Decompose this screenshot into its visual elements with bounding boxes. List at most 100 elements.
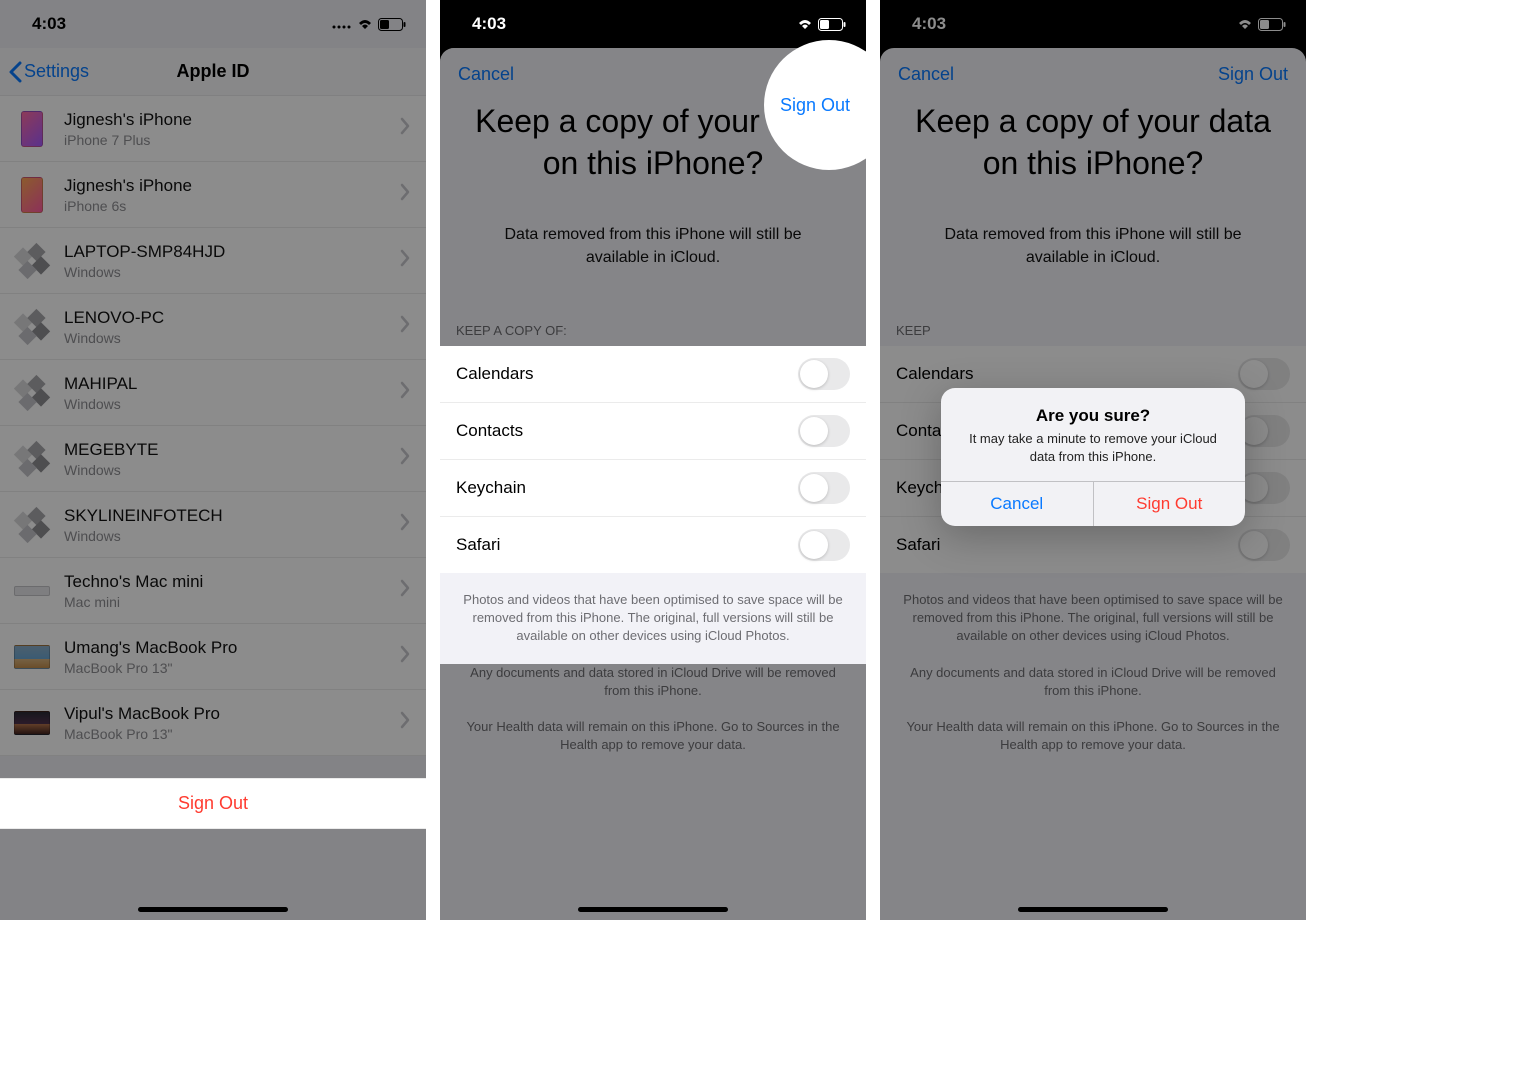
cellular-dots-icon bbox=[332, 19, 352, 29]
chevron-right-icon bbox=[400, 513, 410, 536]
toggle-switch[interactable] bbox=[798, 472, 850, 504]
status-bar: 4:03 bbox=[0, 0, 426, 48]
device-thumbnail-icon bbox=[14, 573, 50, 609]
chevron-right-icon bbox=[400, 183, 410, 206]
toggle-switch[interactable] bbox=[1238, 529, 1290, 561]
toggle-switch[interactable] bbox=[1238, 358, 1290, 390]
status-time: 4:03 bbox=[912, 14, 946, 34]
section-header: KEEP bbox=[880, 269, 1306, 346]
wifi-icon bbox=[356, 18, 374, 30]
device-thumbnail-icon bbox=[14, 243, 50, 279]
device-subtitle: Mac mini bbox=[64, 594, 400, 610]
device-name: LAPTOP-SMP84HJD bbox=[64, 242, 400, 262]
device-row[interactable]: Techno's Mac mini Mac mini bbox=[0, 558, 426, 624]
footer-text-3: Your Health data will remain on this iPh… bbox=[880, 700, 1306, 754]
home-indicator bbox=[578, 907, 728, 912]
footer-text-1: Photos and videos that have been optimis… bbox=[440, 573, 866, 646]
sign-out-sheet: Cancel Sign Out Keep a copy of your data… bbox=[440, 48, 866, 920]
status-icons bbox=[332, 18, 406, 31]
device-thumbnail-icon bbox=[14, 507, 50, 543]
toggle-label: Contacts bbox=[456, 421, 523, 441]
section-header: KEEP A COPY OF: bbox=[440, 269, 866, 346]
chevron-right-icon bbox=[400, 117, 410, 140]
device-row[interactable]: Jignesh's iPhone iPhone 6s bbox=[0, 162, 426, 228]
keep-copy-list: Calendars Contacts Keychain Safari bbox=[440, 346, 866, 573]
device-row[interactable]: Umang's MacBook Pro MacBook Pro 13" bbox=[0, 624, 426, 690]
device-subtitle: Windows bbox=[64, 528, 400, 544]
screen-3-confirm: 4:03 Cancel Sign Out Keep a copy of your… bbox=[880, 0, 1306, 920]
device-subtitle: MacBook Pro 13" bbox=[64, 726, 400, 742]
device-subtitle: Windows bbox=[64, 330, 400, 346]
device-name: Vipul's MacBook Pro bbox=[64, 704, 400, 724]
cancel-button[interactable]: Cancel bbox=[458, 64, 514, 85]
page-title: Apple ID bbox=[0, 61, 426, 82]
alert-sign-out-button[interactable]: Sign Out bbox=[1094, 482, 1246, 526]
toggle-label: Safari bbox=[896, 535, 940, 555]
device-subtitle: MacBook Pro 13" bbox=[64, 660, 400, 676]
toggle-switch[interactable] bbox=[798, 358, 850, 390]
footer-text-2: Any documents and data stored in iCloud … bbox=[880, 646, 1306, 700]
chevron-right-icon bbox=[400, 645, 410, 668]
device-thumbnail-icon bbox=[14, 111, 50, 147]
toggle-row: Contacts bbox=[440, 403, 866, 460]
device-name: MEGEBYTE bbox=[64, 440, 400, 460]
toggle-switch[interactable] bbox=[1238, 415, 1290, 447]
battery-icon bbox=[378, 18, 406, 31]
cancel-button[interactable]: Cancel bbox=[898, 64, 954, 85]
nav-bar: Settings Apple ID bbox=[0, 48, 426, 96]
toggle-row: Safari bbox=[440, 517, 866, 573]
toggle-switch[interactable] bbox=[798, 415, 850, 447]
device-name: Umang's MacBook Pro bbox=[64, 638, 400, 658]
battery-icon bbox=[818, 18, 846, 31]
toggle-label: Keychain bbox=[456, 478, 526, 498]
screen-2-keep-copy: 4:03 Cancel Sign Out Keep a copy of your… bbox=[440, 0, 866, 920]
sheet-nav: Cancel Sign Out bbox=[880, 48, 1306, 95]
chevron-right-icon bbox=[400, 381, 410, 404]
status-bar: 4:03 bbox=[440, 0, 866, 48]
footer-text-3: Your Health data will remain on this iPh… bbox=[440, 700, 866, 754]
toggle-label: Safari bbox=[456, 535, 500, 555]
device-row[interactable]: SKYLINEINFOTECH Windows bbox=[0, 492, 426, 558]
home-indicator bbox=[1018, 907, 1168, 912]
toggle-row: Keychain bbox=[440, 460, 866, 517]
device-thumbnail-icon bbox=[14, 309, 50, 345]
device-row[interactable]: MEGEBYTE Windows bbox=[0, 426, 426, 492]
chevron-right-icon bbox=[400, 447, 410, 470]
device-name: Jignesh's iPhone bbox=[64, 176, 400, 196]
toggle-label: Calendars bbox=[456, 364, 534, 384]
sign-out-button[interactable]: Sign Out bbox=[1218, 64, 1288, 85]
alert-cancel-button[interactable]: Cancel bbox=[941, 482, 1094, 526]
alert-title: Are you sure? bbox=[941, 388, 1245, 430]
toggle-switch[interactable] bbox=[798, 529, 850, 561]
device-row[interactable]: MAHIPALWindows bbox=[0, 360, 426, 426]
sheet-subtitle: Data removed from this iPhone will still… bbox=[440, 202, 866, 269]
wifi-icon bbox=[796, 18, 814, 30]
device-list: Jignesh's iPhoneiPhone 7 PlusJignesh's i… bbox=[0, 96, 426, 756]
device-name: Techno's Mac mini bbox=[64, 572, 400, 592]
device-thumbnail-icon bbox=[14, 441, 50, 477]
device-row[interactable]: Vipul's MacBook Pro MacBook Pro 13" bbox=[0, 690, 426, 756]
device-subtitle: Windows bbox=[64, 462, 400, 478]
device-name: SKYLINEINFOTECH bbox=[64, 506, 400, 526]
chevron-right-icon bbox=[400, 315, 410, 338]
footer-text-2: Any documents and data stored in iCloud … bbox=[440, 646, 866, 700]
toggle-row: Calendars bbox=[440, 346, 866, 403]
status-icons bbox=[1236, 18, 1286, 31]
device-subtitle: iPhone 6s bbox=[64, 198, 400, 214]
chevron-right-icon bbox=[400, 711, 410, 734]
device-subtitle: Windows bbox=[64, 396, 400, 412]
device-row[interactable]: LENOVO-PC Windows bbox=[0, 294, 426, 360]
sign-out-button[interactable]: Sign Out bbox=[0, 778, 426, 829]
device-row[interactable]: LAPTOP-SMP84HJD Windows bbox=[0, 228, 426, 294]
status-icons bbox=[796, 18, 846, 31]
chevron-right-icon bbox=[400, 579, 410, 602]
toggle-switch[interactable] bbox=[1238, 472, 1290, 504]
device-row[interactable]: Jignesh's iPhoneiPhone 7 Plus bbox=[0, 96, 426, 162]
device-name: Jignesh's iPhone bbox=[64, 110, 400, 130]
sign-out-highlight-label[interactable]: Sign Out bbox=[780, 95, 850, 116]
device-thumbnail-icon bbox=[14, 705, 50, 741]
device-name: LENOVO-PC bbox=[64, 308, 400, 328]
status-time: 4:03 bbox=[32, 14, 66, 34]
status-bar: 4:03 bbox=[880, 0, 1306, 48]
device-subtitle: Windows bbox=[64, 264, 400, 280]
